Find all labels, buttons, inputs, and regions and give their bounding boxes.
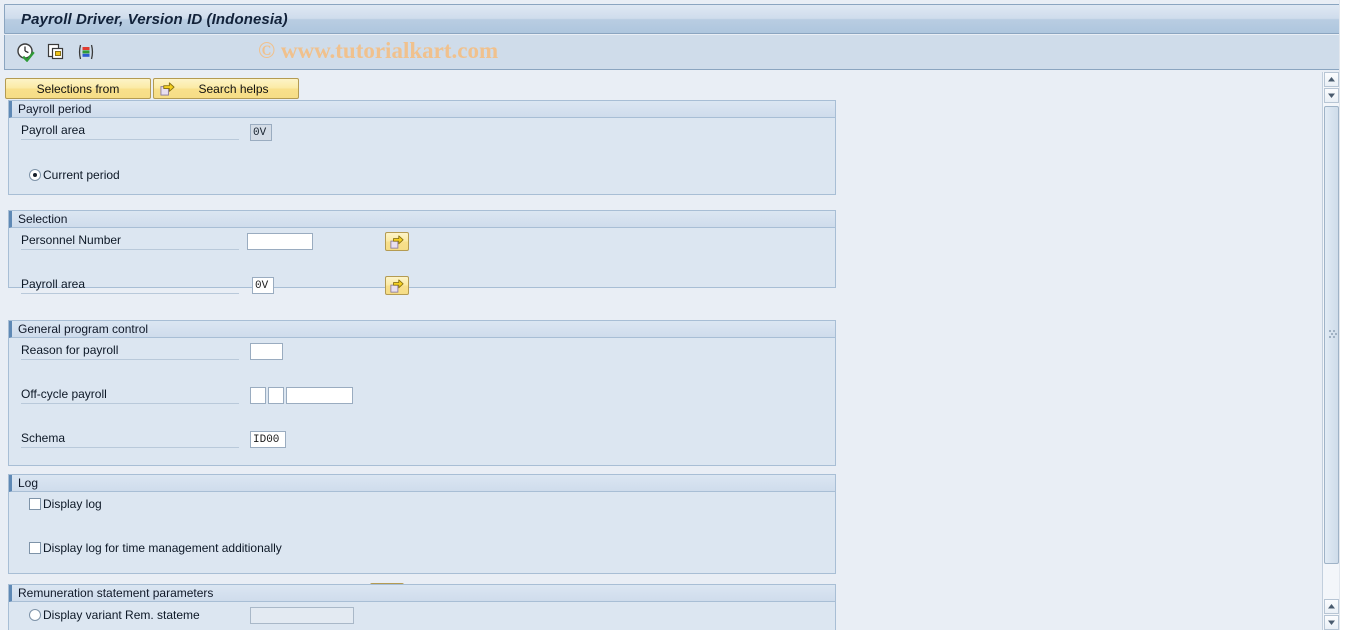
display-variant-rem-input[interactable] [250, 607, 354, 624]
right-edge [1339, 0, 1353, 630]
label-selection-payroll-area: Payroll area [21, 277, 239, 294]
panel-body-selection: Personnel Number Payroll area [9, 228, 835, 295]
selections-from-button[interactable]: Selections from [5, 78, 151, 99]
scrollbar-thumb[interactable] [1324, 106, 1339, 564]
personnel-number-input[interactable] [247, 233, 313, 250]
row-offcycle-payroll: Off-cycle payroll [9, 386, 835, 408]
panel-body-log: Display log Display log for time managem… [9, 492, 835, 604]
label-current-period: Current period [43, 168, 120, 182]
offcycle-field-1[interactable] [250, 387, 266, 404]
panel-body-payroll-period: Payroll area Current period Other period [9, 118, 835, 228]
row-display-log-time: Display log for time management addition… [9, 540, 835, 562]
yellow-arrow-icon [390, 278, 404, 293]
label-schema: Schema [21, 431, 239, 448]
scroll-down-button-top[interactable] [1324, 88, 1339, 103]
label-display-log-time: Display log for time management addition… [43, 541, 282, 555]
label-display-variant-rem: Display variant Rem. stateme [43, 608, 200, 622]
watermark-text: © www.tutorialkart.com [258, 38, 499, 63]
row-personnel-number: Personnel Number [9, 232, 835, 254]
scroll-down-icon [1328, 620, 1335, 625]
panel-header-remuneration: Remuneration statement parameters [9, 585, 835, 602]
payroll-area-multiselect-button[interactable] [385, 276, 409, 295]
label-display-log: Display log [43, 497, 102, 511]
panel-selection: Selection Personnel Number Payroll area [8, 210, 836, 295]
row-payroll-area: Payroll area [9, 122, 835, 144]
selection-button-row: Selections from Search helps [5, 78, 299, 99]
selection-payroll-area-input[interactable] [252, 277, 274, 294]
panel-header-general-program-control: General program control [9, 321, 835, 338]
radio-current-period[interactable] [29, 169, 41, 181]
checkbox-display-log[interactable] [29, 498, 41, 510]
panel-header-payroll-period: Payroll period [9, 101, 835, 118]
label-personnel-number: Personnel Number [21, 233, 239, 250]
panel-remuneration: Remuneration statement parameters Displa… [8, 584, 836, 630]
label-offcycle-payroll: Off-cycle payroll [21, 387, 239, 404]
offcycle-field-2[interactable] [268, 387, 284, 404]
personnel-number-multiselect-button[interactable] [385, 232, 409, 251]
panel-general-program-control: General program control Reason for payro… [8, 320, 836, 534]
search-helps-label: Search helps [198, 81, 269, 96]
search-helps-button[interactable]: Search helps [153, 78, 299, 99]
panel-header-selection: Selection [9, 211, 835, 228]
scroll-up-icon [1328, 77, 1335, 82]
yellow-arrow-icon [390, 234, 404, 249]
label-reason-for-payroll: Reason for payroll [21, 343, 239, 360]
vertical-scrollbar[interactable] [1322, 72, 1339, 630]
sap-selection-screen: Payroll Driver, Version ID (Indonesia) ©… [0, 0, 1353, 630]
scroll-down-button-bottom[interactable] [1324, 615, 1339, 630]
row-reason-for-payroll: Reason for payroll [9, 342, 835, 364]
panel-header-log: Log [9, 475, 835, 492]
color-bars-icon[interactable] [75, 41, 97, 63]
offcycle-field-3[interactable] [286, 387, 353, 404]
page-title: Payroll Driver, Version ID (Indonesia) [21, 10, 288, 28]
scrollbar-grip-icon [1329, 330, 1337, 340]
scroll-up-icon [1328, 604, 1335, 609]
panel-log: Log Display log Display log for time man… [8, 474, 836, 604]
copy-document-icon[interactable] [45, 41, 67, 63]
reason-for-payroll-input[interactable] [250, 343, 283, 360]
row-current-period: Current period [9, 166, 835, 188]
row-display-variant-rem: Display variant Rem. stateme [9, 606, 835, 628]
panel-body-general-program-control: Reason for payroll Off-cycle payroll Sch… [9, 338, 835, 534]
application-toolbar [4, 35, 1341, 70]
row-selection-payroll-area: Payroll area [9, 276, 835, 298]
row-display-log: Display log [9, 496, 835, 518]
yellow-arrow-icon [160, 81, 175, 96]
radio-display-variant-rem[interactable] [29, 609, 41, 621]
row-schema: Schema [9, 430, 835, 452]
window-titlebar: Payroll Driver, Version ID (Indonesia) [4, 4, 1341, 34]
execute-clock-icon[interactable] [15, 41, 37, 63]
payroll-area-display [250, 124, 272, 141]
panel-payroll-period: Payroll period Payroll area Current peri… [8, 100, 836, 228]
scroll-up-button-top[interactable] [1324, 72, 1339, 87]
schema-input[interactable] [250, 431, 286, 448]
panel-body-remuneration: Display variant Rem. stateme [9, 602, 835, 630]
scroll-up-button-bottom[interactable] [1324, 599, 1339, 614]
label-payroll-area: Payroll area [21, 123, 239, 140]
checkbox-display-log-time[interactable] [29, 542, 41, 554]
scroll-down-icon [1328, 93, 1335, 98]
selection-form-area: Payroll period Payroll area Current peri… [0, 100, 1320, 630]
